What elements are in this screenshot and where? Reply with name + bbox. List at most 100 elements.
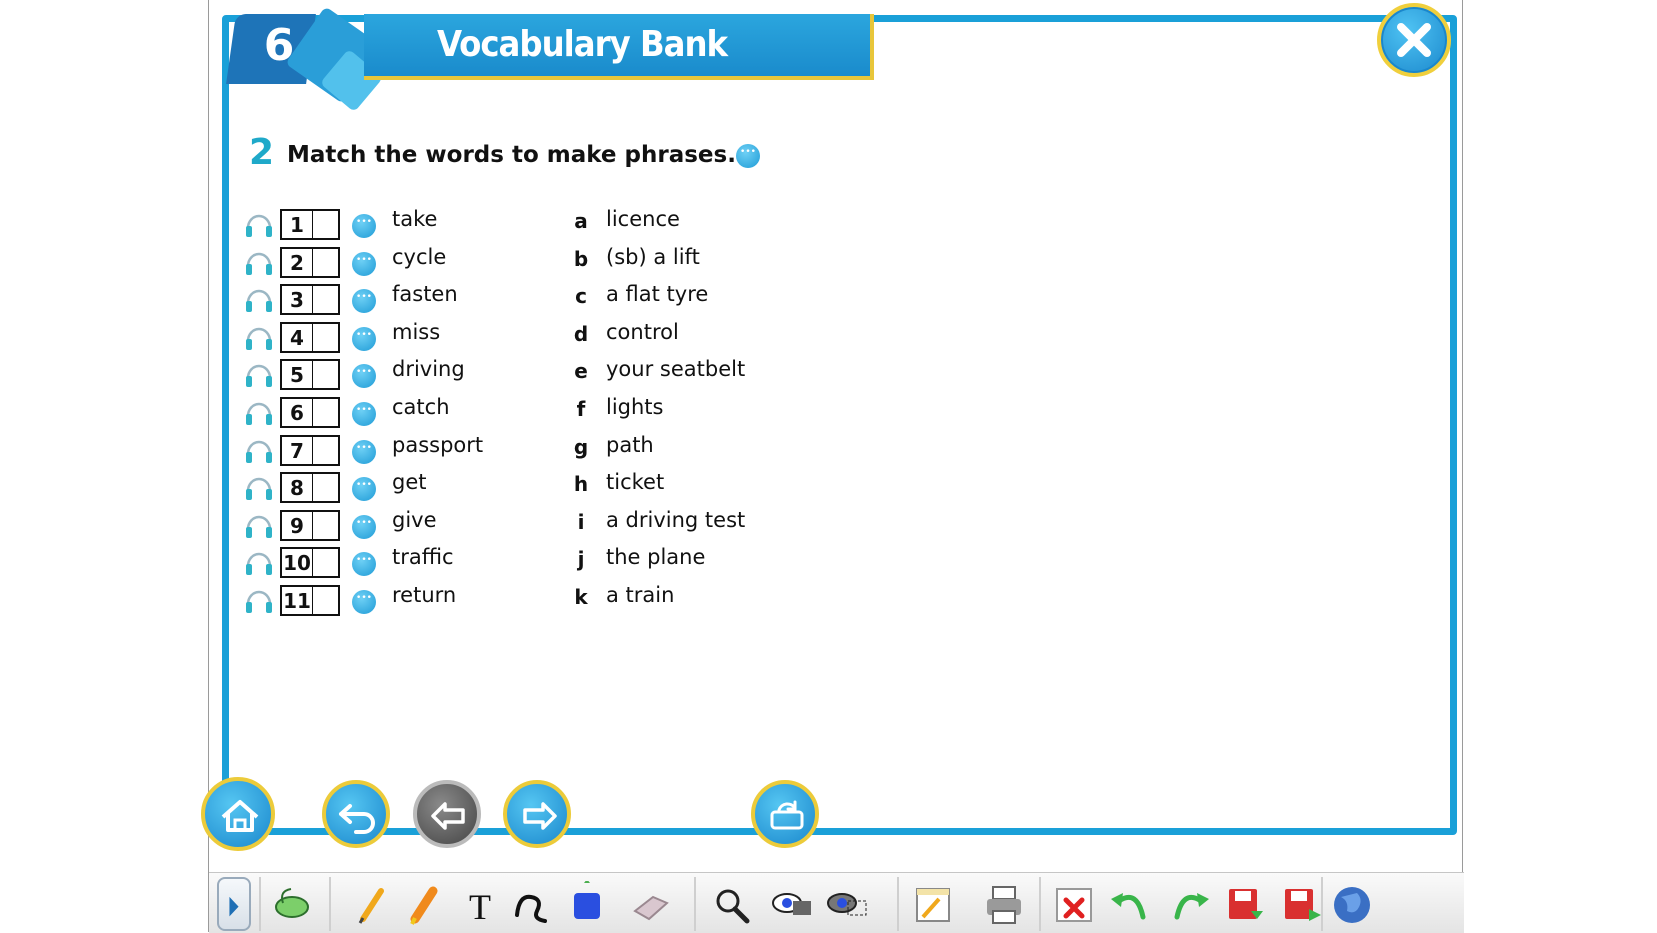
item-number: 5 xyxy=(280,359,314,391)
option-phrase: ticket xyxy=(606,470,665,495)
headphones-icon[interactable] xyxy=(244,356,274,390)
mouse-pointer-button[interactable] xyxy=(269,881,315,927)
audio-ellipsis-icon[interactable] xyxy=(352,439,376,464)
match-word: fasten xyxy=(392,282,458,307)
headphones-icon[interactable] xyxy=(244,582,274,616)
headphones-icon[interactable] xyxy=(244,319,274,353)
toolbar-separator xyxy=(694,877,696,931)
magnifier-button[interactable] xyxy=(709,881,755,927)
option-letter: j xyxy=(577,547,585,572)
answer-input[interactable] xyxy=(312,585,340,616)
reveal-button[interactable] xyxy=(824,881,870,927)
save-as-button[interactable] xyxy=(1277,881,1323,927)
eraser-button[interactable] xyxy=(627,881,673,927)
audio-ellipsis-icon[interactable] xyxy=(736,144,760,168)
item-number: 2 xyxy=(280,246,314,278)
clear-icon xyxy=(1056,888,1092,922)
answer-input[interactable] xyxy=(312,547,340,579)
text-button[interactable]: T xyxy=(457,881,503,927)
answer-input[interactable] xyxy=(312,209,340,240)
list-item: 5 driving e your seatbelt xyxy=(244,353,804,391)
exercise-number: 2 xyxy=(249,132,275,173)
redo-button[interactable] xyxy=(1167,881,1213,927)
headphones-icon[interactable] xyxy=(244,206,274,240)
audio-ellipsis-icon[interactable] xyxy=(352,402,376,426)
option-phrase: the plane xyxy=(606,545,706,570)
redo-icon xyxy=(1174,893,1209,920)
option-letter: k xyxy=(574,585,588,609)
back-history-button[interactable] xyxy=(322,780,390,848)
headphones-icon[interactable] xyxy=(244,469,274,503)
previous-page-button[interactable] xyxy=(413,780,481,848)
audio-ellipsis-icon[interactable] xyxy=(352,477,376,502)
answer-input[interactable] xyxy=(312,434,340,466)
toolbar-separator xyxy=(1039,877,1041,931)
option-phrase: (sb) a lift xyxy=(606,244,700,269)
refresh-button[interactable] xyxy=(751,780,819,848)
item-number: 6 xyxy=(280,397,314,428)
save-button[interactable] xyxy=(1221,881,1267,927)
answer-input[interactable] xyxy=(312,359,340,391)
instruction-text: Match the words to make phrases. xyxy=(287,142,736,168)
text-icon: T xyxy=(469,887,491,927)
undo-button[interactable] xyxy=(1107,881,1153,927)
eraser-icon xyxy=(633,895,669,921)
globe-button[interactable] xyxy=(1329,881,1375,927)
audio-ellipsis-icon[interactable] xyxy=(352,251,376,276)
print-button[interactable] xyxy=(981,881,1027,927)
notepad-icon xyxy=(916,888,950,922)
save-icon xyxy=(1229,889,1263,919)
headphones-icon[interactable] xyxy=(244,544,274,578)
headphones-icon[interactable] xyxy=(244,244,274,278)
answer-input[interactable] xyxy=(312,509,340,541)
item-number: 8 xyxy=(280,472,314,504)
shape-button[interactable] xyxy=(564,879,610,927)
bottom-toolbar: T xyxy=(209,872,1464,933)
option-letter: b xyxy=(573,246,589,271)
audio-ellipsis-icon[interactable] xyxy=(352,590,376,614)
option-letter: a xyxy=(574,209,588,233)
audio-ellipsis-icon[interactable] xyxy=(352,326,376,351)
clear-button[interactable] xyxy=(1051,881,1097,927)
answer-input[interactable] xyxy=(312,472,340,504)
option-letter: c xyxy=(575,284,587,309)
option-phrase: path xyxy=(606,432,654,457)
option-letter: f xyxy=(576,397,586,421)
answer-input[interactable] xyxy=(312,321,340,353)
notepad-button[interactable] xyxy=(909,881,955,927)
audio-ellipsis-icon[interactable] xyxy=(352,514,376,539)
headphones-icon[interactable] xyxy=(244,432,274,466)
audio-ellipsis-icon[interactable] xyxy=(352,289,376,314)
globe-icon xyxy=(1334,887,1370,923)
next-page-button[interactable] xyxy=(503,780,571,848)
spotlight-button[interactable] xyxy=(769,881,815,927)
toolbar-separator xyxy=(259,877,261,931)
pencil-icon xyxy=(358,888,384,924)
highlighter-button[interactable] xyxy=(401,881,447,927)
answer-input[interactable] xyxy=(312,284,340,316)
audio-ellipsis-icon[interactable] xyxy=(352,364,376,389)
answer-input[interactable] xyxy=(312,397,340,428)
answer-input[interactable] xyxy=(312,246,340,278)
spotlight-icon xyxy=(772,893,811,915)
pencil-button[interactable] xyxy=(349,881,395,927)
back-history-icon xyxy=(339,804,375,834)
page-title: Vocabulary Bank xyxy=(437,24,728,65)
home-button[interactable] xyxy=(201,777,275,851)
item-number: 1 xyxy=(280,209,314,240)
audio-ellipsis-icon[interactable] xyxy=(352,552,376,577)
match-word: passport xyxy=(392,432,484,457)
toggle-arrow-button[interactable] xyxy=(217,877,251,931)
magnifier-icon xyxy=(716,889,750,924)
curve-button[interactable] xyxy=(509,881,555,927)
undo-icon xyxy=(1111,893,1146,920)
audio-ellipsis-icon[interactable] xyxy=(352,214,376,238)
toolbar-separator xyxy=(897,877,899,931)
toolbar-separator xyxy=(329,877,331,931)
list-item: 9 give i a driving test xyxy=(244,504,804,542)
close-button[interactable] xyxy=(1377,3,1451,77)
headphones-icon[interactable] xyxy=(244,394,274,428)
list-item: 6 catch flights xyxy=(244,391,804,429)
headphones-icon[interactable] xyxy=(244,281,274,315)
headphones-icon[interactable] xyxy=(244,507,274,541)
